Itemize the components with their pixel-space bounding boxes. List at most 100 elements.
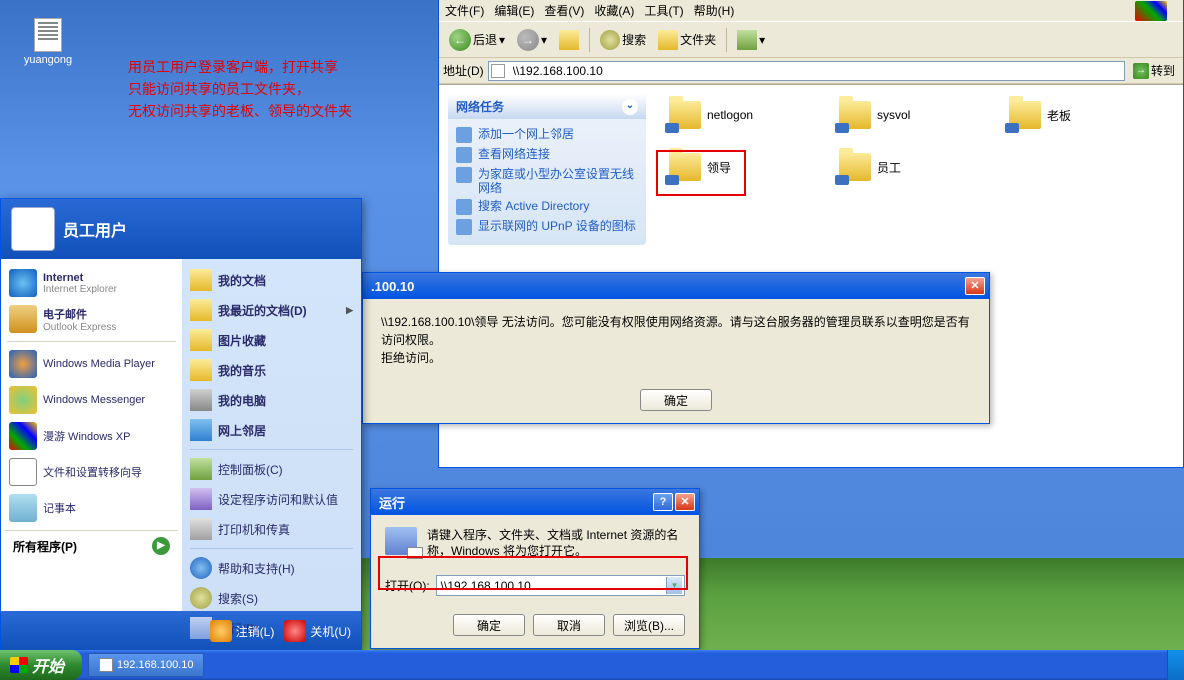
notepad-icon [9, 494, 37, 522]
recent-docs[interactable]: 我最近的文档(D)▶ [188, 295, 355, 325]
help-support[interactable]: 帮助和支持(H) [188, 553, 355, 583]
music-icon [190, 359, 212, 381]
menu-help[interactable]: 帮助(H) [694, 2, 735, 19]
control-panel[interactable]: 控制面板(C) [188, 454, 355, 484]
start-left-pane: InternetInternet Explorer 电子邮件Outlook Ex… [1, 259, 182, 611]
user-name: 员工用户 [63, 217, 127, 241]
start-tour[interactable]: 漫游 Windows XP [5, 418, 178, 454]
program-defaults[interactable]: 设定程序访问和默认值 [188, 484, 355, 514]
forward-arrow-icon: → [517, 29, 539, 51]
printer-icon [190, 518, 212, 540]
start-wmp[interactable]: Windows Media Player [5, 346, 178, 382]
shared-folder-icon [1009, 101, 1041, 129]
up-folder-icon [559, 30, 579, 50]
start-button[interactable]: 开始 [0, 650, 82, 680]
taskbar-item-explorer[interactable]: 192.168.100.10 [88, 653, 204, 677]
run-ok-button[interactable]: 确定 [453, 614, 525, 636]
network-tasks-box: 网络任务⌄ 添加一个网上邻居 查看网络连接 为家庭或小型办公室设置无线网络 搜索… [447, 93, 647, 246]
error-body: \\192.168.100.10\领导 无法访问。您可能没有权限使用网络资源。请… [363, 299, 989, 381]
docs-icon [190, 269, 212, 291]
text-file-icon [34, 18, 62, 52]
search-ad-icon [456, 199, 472, 215]
start-internet[interactable]: InternetInternet Explorer [5, 265, 178, 301]
back-button[interactable]: ←后退 ▾ [445, 27, 509, 53]
annotation-text: 用员工用户登录客户端，打开共享 只能访问共享的员工文件夹， 无权访问共享的老板、… [128, 56, 352, 122]
start-messenger[interactable]: Windows Messenger [5, 382, 178, 418]
forward-button[interactable]: → ▾ [513, 27, 551, 53]
toolbar: ←后退 ▾ → ▾ 搜索 文件夹 ▾ [439, 22, 1183, 58]
folder-netlogon[interactable]: netlogon [669, 101, 753, 129]
arrow-right-icon: ▶ [152, 537, 170, 555]
run-browse-button[interactable]: 浏览(B)... [613, 614, 685, 636]
wmp-icon [9, 350, 37, 378]
folders-button[interactable]: 文件夹 [654, 28, 720, 52]
ok-button[interactable]: 确定 [640, 389, 712, 411]
up-button[interactable] [555, 28, 583, 52]
views-button[interactable]: ▾ [733, 28, 769, 52]
search[interactable]: 搜索(S) [188, 583, 355, 613]
help-button[interactable]: ? [653, 493, 673, 511]
desktop-icon-yuangong[interactable]: yuangong [18, 18, 78, 66]
start-menu-header: 员工用户 [1, 199, 361, 259]
upnp-icon [456, 219, 472, 235]
close-button[interactable]: ✕ [965, 277, 985, 295]
network-tasks-header[interactable]: 网络任务⌄ [448, 94, 646, 119]
shared-folder-icon [669, 101, 701, 129]
menu-view[interactable]: 查看(V) [544, 2, 584, 19]
wireless-icon [456, 167, 472, 183]
network-icon [456, 147, 472, 163]
my-pictures[interactable]: 图片收藏 [188, 325, 355, 355]
menu-file[interactable]: 文件(F) [445, 2, 484, 19]
task-wireless[interactable]: 为家庭或小型办公室设置无线网络 [456, 165, 638, 197]
redbox-leader-folder [656, 150, 746, 196]
my-documents[interactable]: 我的文档 [188, 265, 355, 295]
add-place-icon [456, 127, 472, 143]
folders-icon [658, 30, 678, 50]
printers-faxes[interactable]: 打印机和传真 [188, 514, 355, 544]
task-upnp[interactable]: 显示联网的 UPnP 设备的图标 [456, 217, 638, 237]
separator [726, 28, 727, 52]
network-icon [190, 419, 212, 441]
start-right-pane: 我的文档 我最近的文档(D)▶ 图片收藏 我的音乐 我的电脑 网上邻居 控制面板… [182, 259, 361, 611]
search-button[interactable]: 搜索 [596, 28, 650, 52]
run-dialog-title: 运行 ? ✕ [371, 489, 699, 515]
pictures-icon [190, 329, 212, 351]
task-add-place[interactable]: 添加一个网上邻居 [456, 125, 638, 145]
control-panel-icon [190, 458, 212, 480]
my-computer[interactable]: 我的电脑 [188, 385, 355, 415]
shared-folder-icon [839, 101, 871, 129]
close-button[interactable]: ✕ [675, 493, 695, 511]
task-view-conn[interactable]: 查看网络连接 [456, 145, 638, 165]
xp-logo-icon [1135, 1, 1167, 21]
my-music[interactable]: 我的音乐 [188, 355, 355, 385]
views-icon [737, 30, 757, 50]
run-cancel-button[interactable]: 取消 [533, 614, 605, 636]
folder-boss[interactable]: 老板 [1009, 101, 1071, 129]
task-search-ad[interactable]: 搜索 Active Directory [456, 197, 638, 217]
network-places[interactable]: 网上邻居 [188, 415, 355, 445]
system-tray[interactable] [1167, 650, 1184, 680]
wizard-icon [9, 458, 37, 486]
all-programs[interactable]: 所有程序(P)▶ [5, 530, 178, 561]
folder-employee[interactable]: 员工 [839, 153, 901, 181]
logoff-icon [210, 620, 232, 642]
ie-icon [9, 269, 37, 297]
folder-sysvol[interactable]: sysvol [839, 101, 910, 129]
mail-icon [9, 305, 37, 333]
desktop-icon-label: yuangong [18, 54, 78, 66]
start-menu: 员工用户 InternetInternet Explorer 电子邮件Outlo… [0, 198, 362, 650]
shutdown-button[interactable]: 关机(U) [284, 620, 351, 642]
go-button[interactable]: 转到 [1129, 62, 1179, 79]
start-wizard[interactable]: 文件和设置转移向导 [5, 454, 178, 490]
menubar: 文件(F) 编辑(E) 查看(V) 收藏(A) 工具(T) 帮助(H) [439, 0, 1183, 22]
start-notepad[interactable]: 记事本 [5, 490, 178, 526]
window-icon [99, 658, 113, 672]
menu-edit[interactable]: 编辑(E) [494, 2, 534, 19]
start-email[interactable]: 电子邮件Outlook Express [5, 301, 178, 337]
run-icon [385, 527, 417, 555]
menu-tools[interactable]: 工具(T) [644, 2, 683, 19]
error-dialog: .100.10 ✕ \\192.168.100.10\领导 无法访问。您可能没有… [362, 272, 990, 424]
logoff-button[interactable]: 注销(L) [210, 620, 275, 642]
menu-fav[interactable]: 收藏(A) [594, 2, 634, 19]
address-input[interactable] [488, 61, 1125, 81]
